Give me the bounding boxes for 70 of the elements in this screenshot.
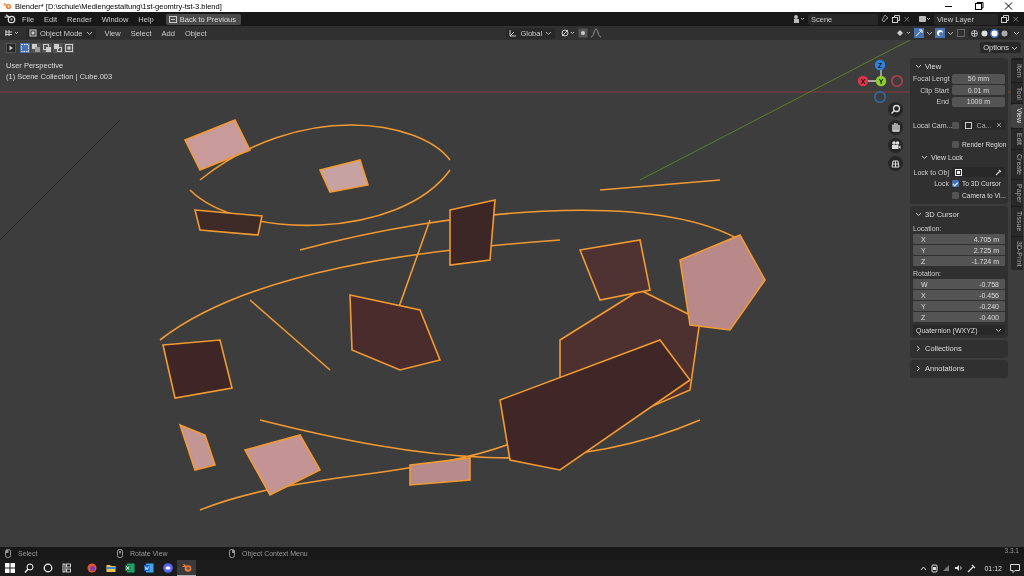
overlay-toggle-icon[interactable]	[935, 28, 945, 38]
shading-mode-button[interactable]	[990, 28, 999, 38]
blender-button[interactable]	[177, 560, 196, 576]
clear-icon[interactable]	[996, 122, 1002, 129]
shading-mode-button[interactable]	[1000, 28, 1009, 38]
notifications-icon[interactable]	[1010, 563, 1020, 573]
blender-logo-icon[interactable]	[4, 14, 16, 24]
shading-mode-button[interactable]	[970, 28, 979, 38]
checkbox[interactable]	[952, 121, 959, 129]
expand-icon[interactable]	[915, 364, 922, 372]
duplicate-icon[interactable]	[1000, 14, 1010, 24]
selection-mode-button[interactable]	[31, 43, 41, 53]
chevron-up-icon[interactable]	[920, 564, 928, 572]
axes-icon[interactable]	[509, 29, 518, 37]
checkbox[interactable]	[952, 141, 959, 149]
collapse-icon[interactable]	[915, 210, 922, 218]
scene-icon[interactable]	[792, 14, 806, 24]
shading-mode-button[interactable]	[980, 28, 989, 38]
start-icon[interactable]	[4, 563, 15, 573]
caret-icon[interactable]	[947, 30, 954, 36]
volume-icon[interactable]	[954, 564, 964, 572]
network-icon[interactable]	[942, 564, 951, 572]
selection-mode-button[interactable]	[42, 43, 52, 53]
expand-icon[interactable]	[915, 344, 922, 352]
zoom-icon[interactable]	[888, 102, 903, 117]
collapse-icon[interactable]	[915, 62, 922, 70]
wireframe-sphere-icon	[971, 29, 978, 37]
caret-icon[interactable]	[1011, 44, 1018, 51]
browser-icon[interactable]	[86, 563, 97, 573]
selection-mode-button[interactable]	[64, 43, 74, 53]
checkbox[interactable]	[952, 191, 959, 199]
caret-icon[interactable]	[85, 30, 93, 36]
screen-icon	[168, 15, 177, 23]
axis-handle[interactable]	[891, 75, 903, 87]
layers-icon[interactable]	[918, 14, 932, 24]
pivot-icon[interactable]	[560, 28, 577, 38]
grid-view-icon[interactable]	[888, 156, 903, 171]
snap-icon[interactable]	[578, 28, 589, 38]
caret-icon[interactable]	[1013, 30, 1020, 36]
axis-handle[interactable]	[874, 91, 886, 103]
checkbox[interactable]	[952, 180, 959, 188]
mouse-icon	[5, 549, 11, 558]
search-icon[interactable]	[23, 563, 34, 573]
gizmo-toggle-icon[interactable]	[914, 28, 924, 38]
camera-object-icon[interactable]	[965, 121, 972, 129]
caret-icon[interactable]	[545, 30, 553, 36]
camera-icon[interactable]	[888, 138, 903, 153]
blender-icon[interactable]	[181, 562, 192, 573]
toolbar-toggle-icon[interactable]	[6, 43, 16, 53]
mouse-icon	[229, 549, 235, 558]
task-view-icon[interactable]	[61, 563, 72, 573]
close-icon[interactable]	[1012, 14, 1020, 24]
collapse-icon[interactable]	[921, 154, 928, 161]
close-icon[interactable]	[903, 14, 911, 24]
caret-icon[interactable]	[926, 30, 933, 36]
eyedropper-icon	[995, 168, 1002, 176]
pin-icon[interactable]	[880, 14, 889, 24]
visibility-icon[interactable]	[896, 28, 912, 38]
device-icon[interactable]	[931, 563, 939, 573]
spreadsheet-icon[interactable]	[124, 563, 135, 573]
selection-mode-button[interactable]	[53, 43, 63, 53]
chat-icon[interactable]	[162, 563, 173, 573]
mouse-icon	[117, 549, 123, 558]
editor-type-icon[interactable]	[4, 28, 20, 38]
caret-icon[interactable]	[995, 327, 1002, 333]
document-icon[interactable]	[143, 563, 154, 573]
folder-icon[interactable]	[105, 563, 116, 573]
object-field[interactable]	[952, 167, 1005, 178]
duplicate-icon[interactable]	[891, 14, 901, 24]
assistant-icon[interactable]	[42, 563, 53, 573]
